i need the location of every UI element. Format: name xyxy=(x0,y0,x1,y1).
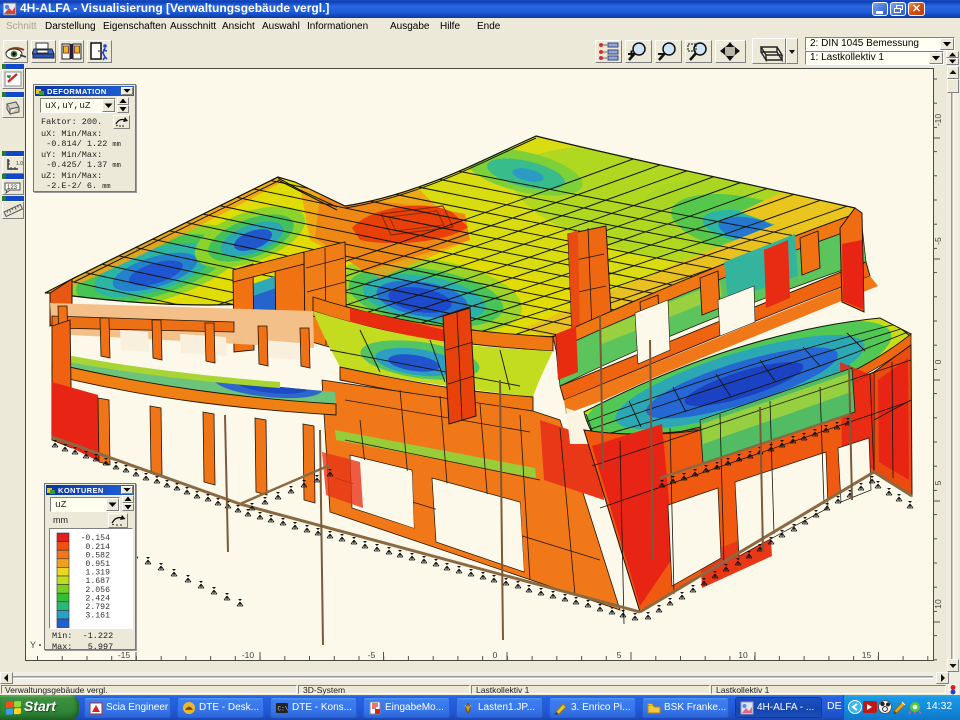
svg-text:3.161: 3.161 xyxy=(85,612,110,621)
svg-text:-10: -10 xyxy=(933,114,943,127)
svg-text:C:\: C:\ xyxy=(278,706,289,713)
svg-text:-5: -5 xyxy=(368,650,376,660)
svg-text:-15: -15 xyxy=(118,650,131,660)
svg-text:10: 10 xyxy=(738,650,748,660)
svg-text:0: 0 xyxy=(493,650,498,660)
svg-text:Y: Y xyxy=(30,640,36,650)
svg-text:10: 10 xyxy=(933,599,943,609)
svg-text:0: 0 xyxy=(933,359,943,364)
svg-text:5: 5 xyxy=(617,650,622,660)
svg-text:-5: -5 xyxy=(933,237,943,245)
svg-text:5: 5 xyxy=(933,480,943,485)
svg-text:15: 15 xyxy=(862,650,872,660)
svg-text:-10: -10 xyxy=(242,650,255,660)
